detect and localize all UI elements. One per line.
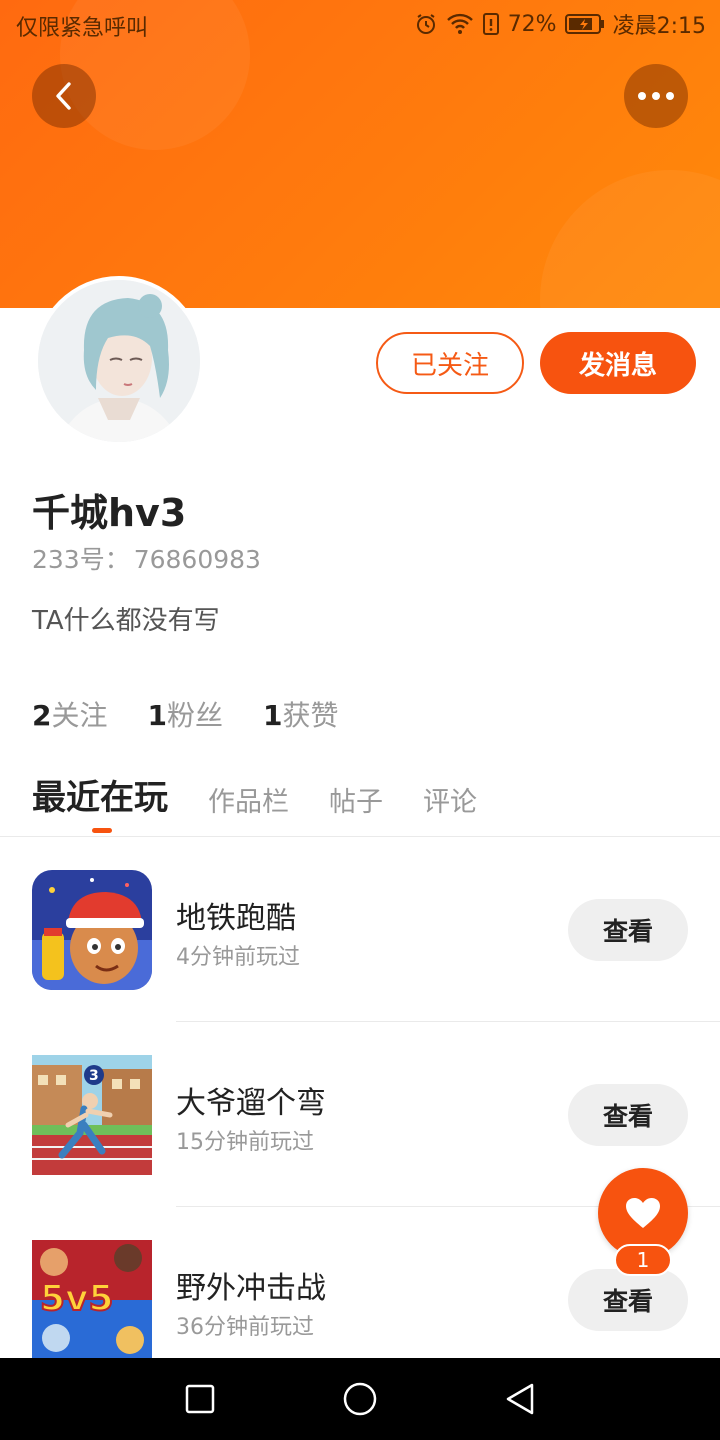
user-id: 233号： 76860983 xyxy=(32,540,261,576)
stat-label: 粉丝 xyxy=(166,699,223,732)
runner-number: 3 xyxy=(89,1068,99,1084)
more-button[interactable] xyxy=(624,64,688,128)
stat-count: 1 xyxy=(147,699,167,732)
game-logo-text: 5v5 xyxy=(40,1278,114,1319)
square-icon xyxy=(185,1384,215,1414)
battery-percent: 72% xyxy=(507,11,557,37)
avatar-image xyxy=(38,280,200,442)
user-id-value: 76860983 xyxy=(133,545,261,574)
game-title: 野外冲击战 xyxy=(176,1271,326,1306)
game-title: 大爷遛个弯 xyxy=(176,1086,326,1121)
stat-following[interactable]: 2关注 xyxy=(32,694,108,734)
stat-label: 关注 xyxy=(51,699,108,732)
stat-likes[interactable]: 1获赞 xyxy=(263,694,339,734)
status-bar: 仅限紧急呼叫 72% 凌晨2:15 xyxy=(0,0,720,50)
game-title: 地铁跑酷 xyxy=(176,901,296,936)
game-played-time: 15分钟前玩过 xyxy=(176,1130,314,1155)
back-arrow-icon xyxy=(56,82,71,110)
banner-decoration xyxy=(540,170,720,308)
system-nav-bar xyxy=(0,1358,720,1440)
triangle-back-icon xyxy=(506,1383,534,1415)
tab-posts[interactable]: 帖子 xyxy=(329,780,383,819)
avatar[interactable] xyxy=(34,276,204,446)
view-button[interactable]: 查看 xyxy=(568,1084,688,1146)
tab-recently-played[interactable]: 最近在玩 xyxy=(32,770,168,833)
tab-comments[interactable]: 评论 xyxy=(423,780,477,819)
status-icons: 72% 凌晨2:15 xyxy=(414,8,706,40)
heart-icon xyxy=(626,1198,660,1228)
list-item[interactable]: 地铁跑酷 4分钟前玩过 查看 xyxy=(0,837,720,1022)
game-icon-field-battle: 5v5 xyxy=(32,1240,152,1360)
recent-apps-button[interactable] xyxy=(179,1378,221,1420)
like-count-badge: 1 xyxy=(614,1244,672,1276)
sim-alert-icon xyxy=(482,13,499,35)
wifi-icon xyxy=(446,13,473,34)
view-button[interactable]: 查看 xyxy=(568,899,688,961)
circle-icon xyxy=(343,1382,377,1416)
back-button[interactable] xyxy=(32,64,96,128)
view-button[interactable]: 查看 xyxy=(568,1269,688,1331)
stat-count: 1 xyxy=(263,699,283,732)
home-button[interactable] xyxy=(339,1378,381,1420)
username: 千城hv3 xyxy=(32,491,187,535)
clock: 凌晨2:15 xyxy=(612,14,706,39)
stat-count: 2 xyxy=(32,699,52,732)
nav-back-button[interactable] xyxy=(499,1378,541,1420)
game-icon-grandpa-walk: 3 xyxy=(32,1055,152,1175)
stat-label: 获赞 xyxy=(282,699,339,732)
bio: TA什么都没有写 xyxy=(32,606,220,636)
tab-works[interactable]: 作品栏 xyxy=(208,780,289,819)
profile-stats: 2关注 1粉丝 1获赞 xyxy=(32,694,339,734)
followed-button[interactable]: 已关注 xyxy=(376,332,524,394)
profile-tabs: 最近在玩 作品栏 帖子 评论 xyxy=(32,770,477,833)
battery-icon xyxy=(564,14,604,34)
stat-fans[interactable]: 1粉丝 xyxy=(148,694,224,734)
game-played-time: 4分钟前玩过 xyxy=(176,945,300,970)
alarm-icon xyxy=(416,14,435,34)
more-dots-icon xyxy=(638,92,674,100)
send-message-button[interactable]: 发消息 xyxy=(540,332,696,394)
game-icon-subway-surfers xyxy=(32,870,152,990)
carrier-text: 仅限紧急呼叫 xyxy=(16,16,149,41)
user-id-label: 233号： xyxy=(32,545,130,574)
game-played-time: 36分钟前玩过 xyxy=(176,1315,314,1340)
